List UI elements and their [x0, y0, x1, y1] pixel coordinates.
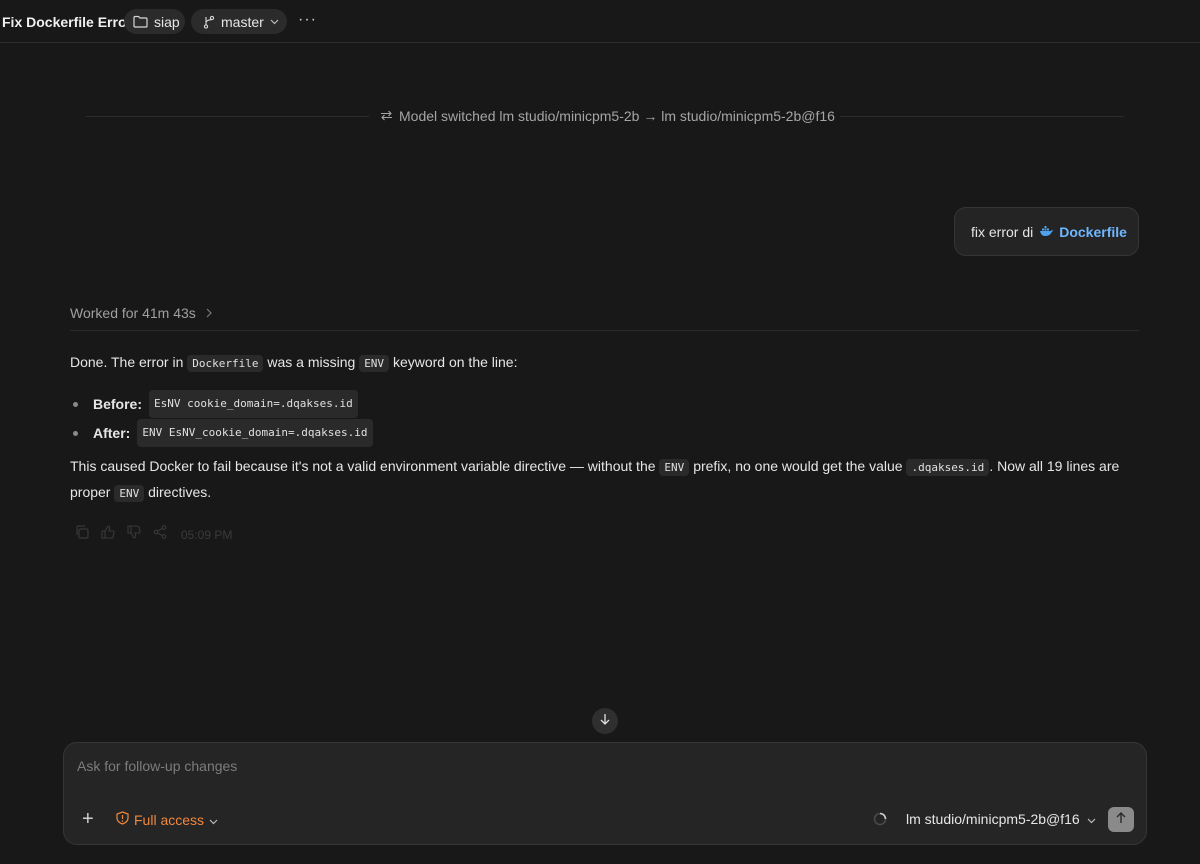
inline-code: ENV	[114, 485, 145, 502]
docker-icon	[1039, 224, 1054, 240]
list-item-before: Before: EsNV cookie_domain=.dqakses.id	[70, 390, 358, 418]
follow-up-input[interactable]	[75, 755, 1079, 777]
shield-icon	[116, 811, 129, 828]
access-level-label: Full access	[134, 811, 205, 828]
inline-code: Dockerfile	[187, 355, 264, 372]
worked-divider	[70, 330, 1139, 331]
user-message-text: fix error di	[971, 223, 1034, 240]
model-switch-notice: Model switched lm studio/minicpm5-2b → l…	[380, 108, 835, 124]
add-attachment-button[interactable]: +	[82, 809, 94, 829]
answer-text: was a missing	[267, 354, 356, 370]
chevron-right-icon	[206, 305, 212, 321]
inline-code: ENV	[659, 459, 690, 476]
answer-text: This caused Docker to fail because it's …	[70, 458, 656, 474]
arrow-down-icon	[600, 712, 610, 730]
thumbs-down-icon[interactable]	[127, 525, 141, 544]
thread-title: Fix Dockerfile Error	[2, 14, 132, 30]
branch-icon	[203, 15, 215, 29]
bullet	[73, 430, 78, 436]
user-message: fix error di Dockerfile	[954, 207, 1139, 256]
composer: + Full access lm studio/minicpm5-2b@f16	[63, 742, 1147, 845]
send-button[interactable]	[1108, 807, 1134, 832]
copy-icon[interactable]	[75, 525, 89, 544]
arrow-up-icon	[1116, 811, 1126, 829]
model-switch-text: Model switched lm studio/minicpm5-2b → l…	[399, 108, 835, 124]
swap-arrows-icon	[380, 108, 393, 124]
access-level-selector[interactable]: Full access	[116, 811, 218, 828]
divider-line-right	[840, 116, 1124, 117]
file-reference-label: Dockerfile	[1059, 223, 1127, 240]
chevron-down-icon	[209, 812, 218, 828]
answer-text: prefix, no one would get the value	[693, 458, 903, 474]
model-label: lm studio/minicpm5-2b@f16	[906, 811, 1080, 827]
file-reference-link[interactable]: Dockerfile	[1039, 224, 1127, 240]
branch-label: master	[221, 13, 264, 30]
worked-for-toggle[interactable]: Worked for 41m 43s	[70, 305, 212, 321]
share-icon[interactable]	[153, 525, 167, 544]
top-bar: Fix Dockerfile Error siap master ···	[0, 0, 1200, 43]
inline-code: .dqakses.id	[906, 459, 990, 476]
loading-spinner-icon	[873, 812, 887, 831]
answer-text: Done. The error in	[70, 354, 184, 370]
repo-label: siap	[154, 13, 180, 30]
answer-text: directives.	[148, 484, 212, 500]
message-actions: 05:09 PM	[75, 525, 232, 544]
after-code: ENV EsNV_cookie_domain=.dqakses.id	[137, 419, 373, 447]
more-options-button[interactable]: ···	[298, 11, 317, 29]
thumbs-up-icon[interactable]	[101, 525, 115, 544]
branch-selector[interactable]: master	[191, 9, 287, 34]
answer-explanation: This caused Docker to fail because it's …	[70, 454, 1140, 506]
answer-text: keyword on the line:	[392, 354, 518, 370]
list-item-after: After: ENV EsNV_cookie_domain=.dqakses.i…	[70, 419, 373, 447]
worked-for-label: Worked for 41m 43s	[70, 305, 196, 321]
bullet	[73, 401, 78, 407]
scroll-to-bottom-button[interactable]	[592, 708, 618, 734]
chevron-down-icon	[270, 19, 279, 25]
folder-icon	[133, 15, 148, 28]
inline-code: ENV	[359, 355, 390, 372]
before-label: Before:	[93, 396, 143, 412]
before-code: EsNV cookie_domain=.dqakses.id	[149, 390, 358, 418]
chevron-down-icon	[1087, 811, 1096, 827]
divider-line-left	[86, 116, 369, 117]
repo-selector[interactable]: siap	[124, 9, 185, 34]
answer-intro: Done. The error in Dockerfile was a miss…	[70, 350, 517, 376]
message-timestamp: 05:09 PM	[181, 527, 233, 542]
model-selector[interactable]: lm studio/minicpm5-2b@f16	[906, 811, 1096, 827]
after-label: After:	[93, 425, 131, 441]
